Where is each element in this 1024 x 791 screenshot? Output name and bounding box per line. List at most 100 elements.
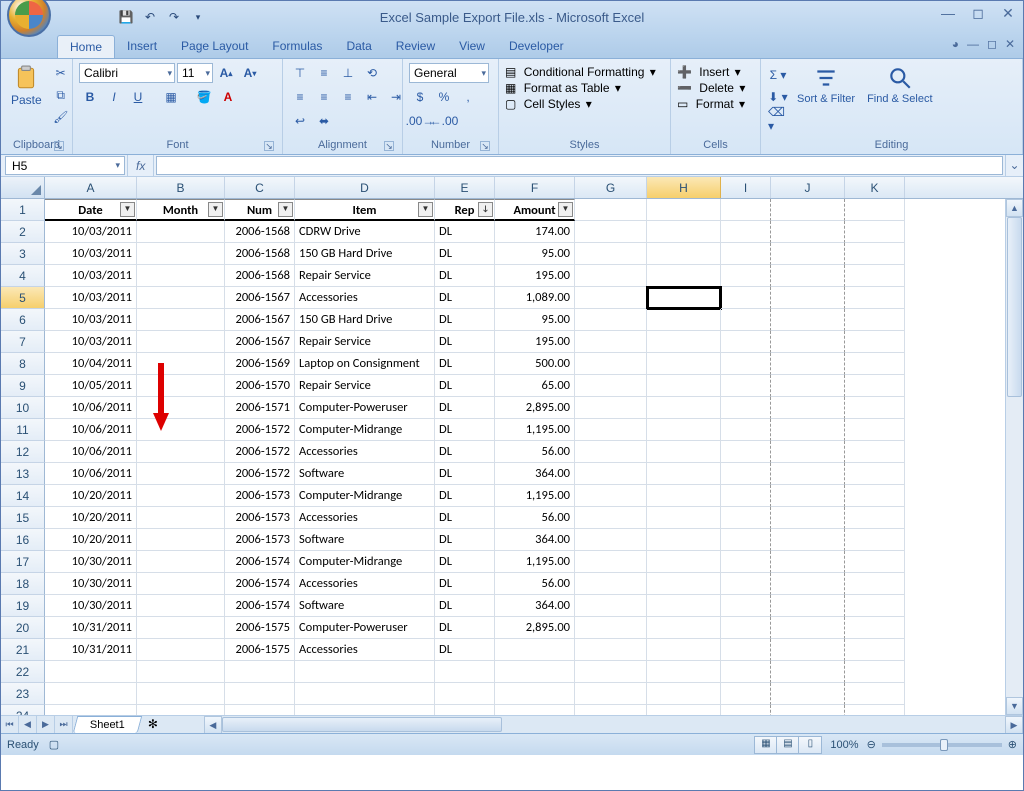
cell[interactable]: 10/03/2011 — [45, 265, 137, 287]
vertical-scrollbar[interactable]: ▲ ▼ — [1005, 199, 1023, 715]
cell[interactable] — [771, 375, 845, 397]
cell[interactable]: 10/31/2011 — [45, 617, 137, 639]
cell[interactable]: 195.00 — [495, 265, 575, 287]
cell[interactable]: 2006-1575 — [225, 617, 295, 639]
cell[interactable] — [721, 221, 771, 243]
align-center-icon[interactable]: ≡ — [313, 87, 335, 107]
cell[interactable]: 56.00 — [495, 573, 575, 595]
cell[interactable] — [647, 397, 721, 419]
cell[interactable]: Accessories — [295, 287, 435, 309]
cell[interactable] — [771, 639, 845, 661]
cell[interactable]: Accessories — [295, 507, 435, 529]
cell[interactable] — [771, 309, 845, 331]
cell[interactable] — [845, 331, 905, 353]
cell[interactable] — [647, 265, 721, 287]
cell[interactable] — [575, 683, 647, 705]
cell[interactable] — [575, 199, 647, 221]
cell[interactable] — [771, 529, 845, 551]
decrease-indent-icon[interactable]: ⇤ — [361, 87, 383, 107]
filter-button[interactable]: ↓ — [478, 202, 493, 217]
close-button[interactable]: ✕ — [999, 5, 1017, 22]
cell[interactable]: Repair Service — [295, 375, 435, 397]
cell[interactable] — [845, 441, 905, 463]
cell[interactable]: DL — [435, 617, 495, 639]
cell[interactable] — [845, 705, 905, 715]
cell[interactable] — [771, 485, 845, 507]
cell[interactable]: 174.00 — [495, 221, 575, 243]
row-header[interactable]: 9 — [1, 375, 45, 397]
sheet-tab[interactable]: Sheet1 — [73, 716, 142, 733]
cell[interactable] — [137, 221, 225, 243]
cell[interactable] — [137, 309, 225, 331]
decrease-decimal-icon[interactable]: ←.00 — [433, 111, 455, 131]
cell[interactable]: Computer-Midrange — [295, 419, 435, 441]
cell[interactable]: 2006-1567 — [225, 309, 295, 331]
cell[interactable] — [771, 419, 845, 441]
cell[interactable] — [771, 331, 845, 353]
cell[interactable] — [647, 595, 721, 617]
doc-close-icon[interactable]: ✕ — [1005, 37, 1015, 51]
zoom-out-icon[interactable]: ⊖ — [867, 738, 876, 751]
column-header-C[interactable]: C — [225, 177, 295, 198]
cell[interactable]: 2006-1574 — [225, 551, 295, 573]
row-header[interactable]: 11 — [1, 419, 45, 441]
cell[interactable] — [845, 309, 905, 331]
bold-button[interactable]: B — [79, 87, 101, 107]
cell[interactable] — [845, 595, 905, 617]
cell[interactable]: 364.00 — [495, 463, 575, 485]
cell[interactable]: DL — [435, 375, 495, 397]
cell[interactable] — [845, 375, 905, 397]
scroll-up-icon[interactable]: ▲ — [1006, 199, 1023, 217]
column-header-F[interactable]: F — [495, 177, 575, 198]
expand-formula-icon[interactable]: ⌄ — [1005, 155, 1023, 176]
sort-filter-button[interactable]: Sort & Filter — [793, 63, 859, 107]
ribbon-tab-data[interactable]: Data — [334, 35, 383, 58]
cell[interactable] — [721, 617, 771, 639]
cell[interactable] — [845, 507, 905, 529]
cell[interactable]: 95.00 — [495, 243, 575, 265]
cell[interactable] — [137, 705, 225, 715]
cell[interactable]: CDRW Drive — [295, 221, 435, 243]
cell[interactable] — [721, 199, 771, 221]
format-painter-icon[interactable]: 🖌 — [50, 107, 72, 127]
cell[interactable]: Software — [295, 595, 435, 617]
cell[interactable] — [647, 419, 721, 441]
cell-styles-button[interactable]: ▢ Cell Styles ▾ — [505, 97, 592, 111]
cell[interactable] — [137, 507, 225, 529]
row-header[interactable]: 24 — [1, 705, 45, 715]
cell[interactable] — [845, 485, 905, 507]
cell[interactable]: 10/03/2011 — [45, 331, 137, 353]
font-dialog-icon[interactable]: ↘ — [264, 141, 274, 151]
cell[interactable]: 10/05/2011 — [45, 375, 137, 397]
alignment-dialog-icon[interactable]: ↘ — [384, 141, 394, 151]
align-bottom-icon[interactable]: ⊥ — [337, 63, 359, 83]
row-header[interactable]: 10 — [1, 397, 45, 419]
zoom-level[interactable]: 100% — [830, 739, 858, 751]
currency-icon[interactable]: $ — [409, 87, 431, 107]
cell[interactable]: 10/30/2011 — [45, 551, 137, 573]
clear-icon[interactable]: ⌫ ▾ — [767, 109, 789, 129]
cell[interactable] — [137, 243, 225, 265]
cell[interactable] — [845, 617, 905, 639]
cell[interactable] — [647, 353, 721, 375]
cell[interactable] — [647, 485, 721, 507]
undo-icon[interactable]: ↶ — [141, 8, 159, 26]
grid-rows[interactable]: 1Date▼Month▼Num▼Item▼Rep↓Amount▼210/03/2… — [1, 199, 1005, 715]
cell[interactable] — [721, 683, 771, 705]
cell[interactable]: 1,195.00 — [495, 419, 575, 441]
cell[interactable]: DL — [435, 463, 495, 485]
cell[interactable] — [575, 463, 647, 485]
row-header[interactable]: 16 — [1, 529, 45, 551]
cell[interactable] — [575, 287, 647, 309]
cell[interactable] — [721, 639, 771, 661]
column-header-B[interactable]: B — [137, 177, 225, 198]
number-format-combo[interactable]: General — [409, 63, 489, 83]
row-header[interactable]: 18 — [1, 573, 45, 595]
cell[interactable] — [845, 353, 905, 375]
filter-button[interactable]: ▼ — [208, 202, 223, 217]
cell[interactable] — [771, 199, 845, 221]
row-header[interactable]: 21 — [1, 639, 45, 661]
cell[interactable]: 2,895.00 — [495, 397, 575, 419]
cell[interactable]: DL — [435, 529, 495, 551]
cell[interactable]: 10/03/2011 — [45, 243, 137, 265]
